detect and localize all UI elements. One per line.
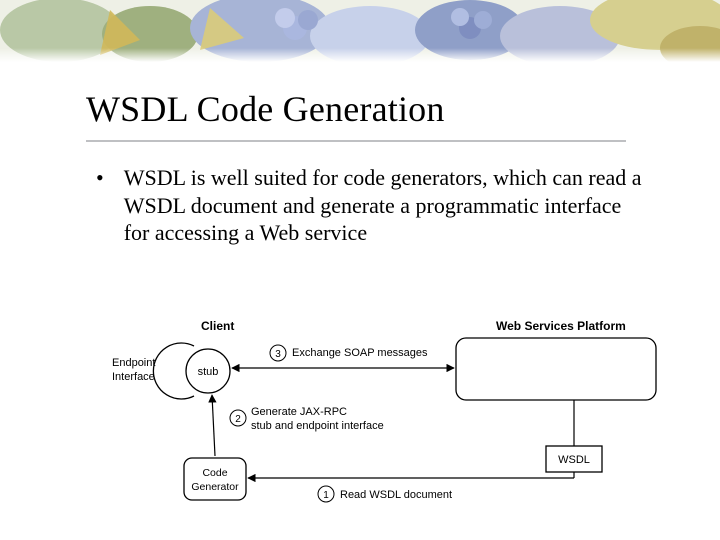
platform-box xyxy=(456,338,656,400)
decorative-banner xyxy=(0,0,720,62)
step2-num: 2 xyxy=(235,414,241,425)
client-label: Client xyxy=(201,319,234,333)
wsdl-diagram: Client Web Services Platform stub Endpoi… xyxy=(106,318,666,518)
slide-title: WSDL Code Generation xyxy=(86,88,666,130)
bullet-marker: • xyxy=(96,164,104,192)
step2-arrow xyxy=(212,395,215,456)
code-gen-line1: Code xyxy=(202,467,227,479)
step1-text: Read WSDL document xyxy=(340,489,452,501)
platform-label: Web Services Platform xyxy=(496,319,626,333)
step2-text-line2: stub and endpoint interface xyxy=(251,420,384,432)
title-underline xyxy=(86,140,626,142)
step2-text-line1: Generate JAX-RPC xyxy=(251,406,347,418)
bullet-text: WSDL is well suited for code generators,… xyxy=(124,164,646,247)
code-gen-box xyxy=(184,458,246,500)
endpoint-label-line2: Interface xyxy=(112,371,155,383)
endpoint-label-line1: Endpoint xyxy=(112,357,155,369)
step3-num: 3 xyxy=(275,349,281,360)
bullet-item: • WSDL is well suited for code generator… xyxy=(86,164,646,247)
wsdl-text: WSDL xyxy=(558,454,590,466)
step3-text: Exchange SOAP messages xyxy=(292,347,428,359)
step1-num: 1 xyxy=(323,490,329,501)
stub-text: stub xyxy=(198,366,219,378)
code-gen-line2: Generator xyxy=(191,481,239,493)
